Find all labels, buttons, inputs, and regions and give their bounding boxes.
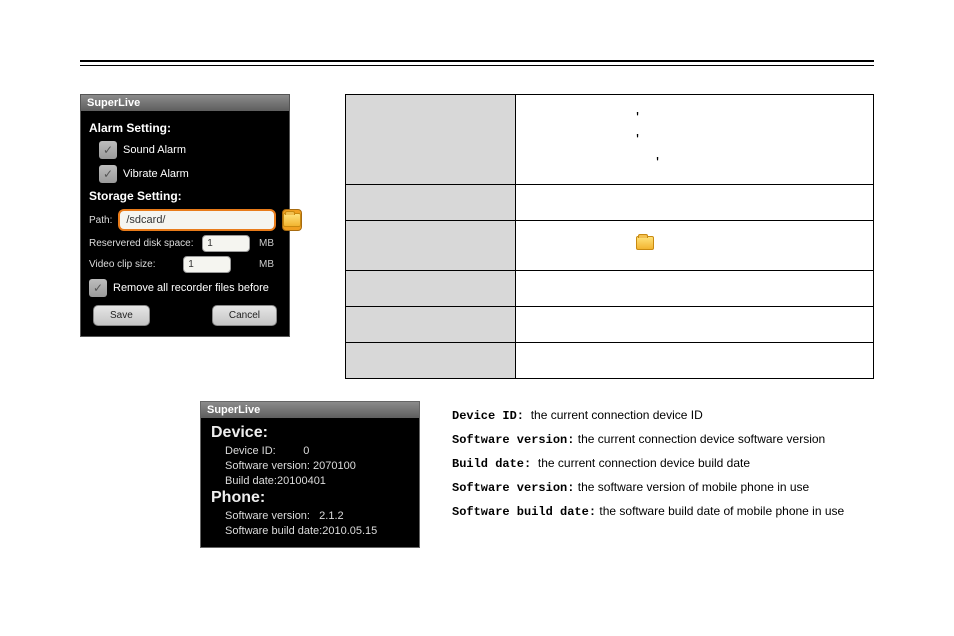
- path-input[interactable]: [118, 209, 276, 231]
- folder-icon: [636, 236, 654, 250]
- phone-build-label: Software build date:: [225, 525, 322, 537]
- sound-alarm-label: Sound Alarm: [123, 144, 186, 156]
- table-row: [346, 221, 874, 271]
- cancel-button[interactable]: Cancel: [212, 305, 277, 326]
- def-term: Software version:: [452, 433, 574, 447]
- vibrate-alarm-label: Vibrate Alarm: [123, 168, 189, 180]
- device-sw-label: Software version:: [225, 460, 310, 472]
- device-id-value: 0: [303, 445, 309, 457]
- alarm-setting-heading: Alarm Setting:: [89, 121, 281, 135]
- def-term: Build date:: [452, 457, 531, 471]
- device-sw-value: 2070100: [313, 460, 356, 472]
- def-text: the current connection device ID: [531, 408, 703, 422]
- vibrate-alarm-checkbox[interactable]: ✓: [99, 165, 117, 183]
- apostrophe-mark: ': [636, 130, 873, 152]
- apostrophe-mark: ': [636, 108, 873, 130]
- clip-size-label: Video clip size:: [89, 259, 156, 270]
- browse-folder-button[interactable]: [282, 209, 302, 231]
- remove-files-checkbox[interactable]: ✓: [89, 279, 107, 297]
- path-label: Path:: [89, 215, 112, 226]
- definitions-block: Device ID: the current connection device…: [452, 401, 852, 526]
- phone-build-value: 2010.05.15: [322, 525, 377, 537]
- clip-size-input[interactable]: [183, 256, 231, 273]
- def-term: Software version:: [452, 481, 574, 495]
- reserved-space-unit: MB: [259, 238, 281, 249]
- folder-icon: [283, 213, 301, 227]
- def-text: the current connection device software v…: [578, 432, 825, 446]
- phone-heading: Phone:: [211, 489, 409, 507]
- superlive-settings-panel: SuperLive Alarm Setting: ✓ Sound Alarm ✓…: [80, 94, 290, 337]
- device-heading: Device:: [211, 424, 409, 442]
- apostrophe-mark: ': [636, 153, 873, 175]
- table-row: [346, 343, 874, 379]
- description-table: ' ' ': [345, 94, 874, 379]
- panel-title: SuperLive: [81, 95, 289, 111]
- sound-alarm-checkbox[interactable]: ✓: [99, 141, 117, 159]
- clip-size-unit: MB: [259, 259, 281, 270]
- def-text: the current connection device build date: [538, 456, 750, 470]
- table-row: [346, 185, 874, 221]
- def-text: the software version of mobile phone in …: [578, 480, 809, 494]
- panel-title: SuperLive: [201, 402, 419, 418]
- phone-sw-value: 2.1.2: [319, 510, 343, 522]
- device-build-label: Build date:: [225, 475, 277, 487]
- reserved-space-label: Reservered disk space:: [89, 238, 194, 249]
- table-row: [346, 307, 874, 343]
- save-button[interactable]: Save: [93, 305, 150, 326]
- def-text: the software build date of mobile phone …: [599, 504, 844, 518]
- storage-setting-heading: Storage Setting:: [89, 189, 281, 203]
- def-term: Software build date:: [452, 505, 596, 519]
- table-row: ' ' ': [346, 95, 874, 185]
- remove-files-label: Remove all recorder files before: [113, 282, 269, 294]
- reserved-space-input[interactable]: [202, 235, 250, 252]
- table-row: [346, 271, 874, 307]
- superlive-info-panel: SuperLive Device: Device ID: 0 Software …: [200, 401, 420, 548]
- def-term: Device ID:: [452, 409, 524, 423]
- phone-sw-label: Software version:: [225, 510, 310, 522]
- device-build-value: 20100401: [277, 475, 326, 487]
- device-id-label: Device ID:: [225, 445, 276, 457]
